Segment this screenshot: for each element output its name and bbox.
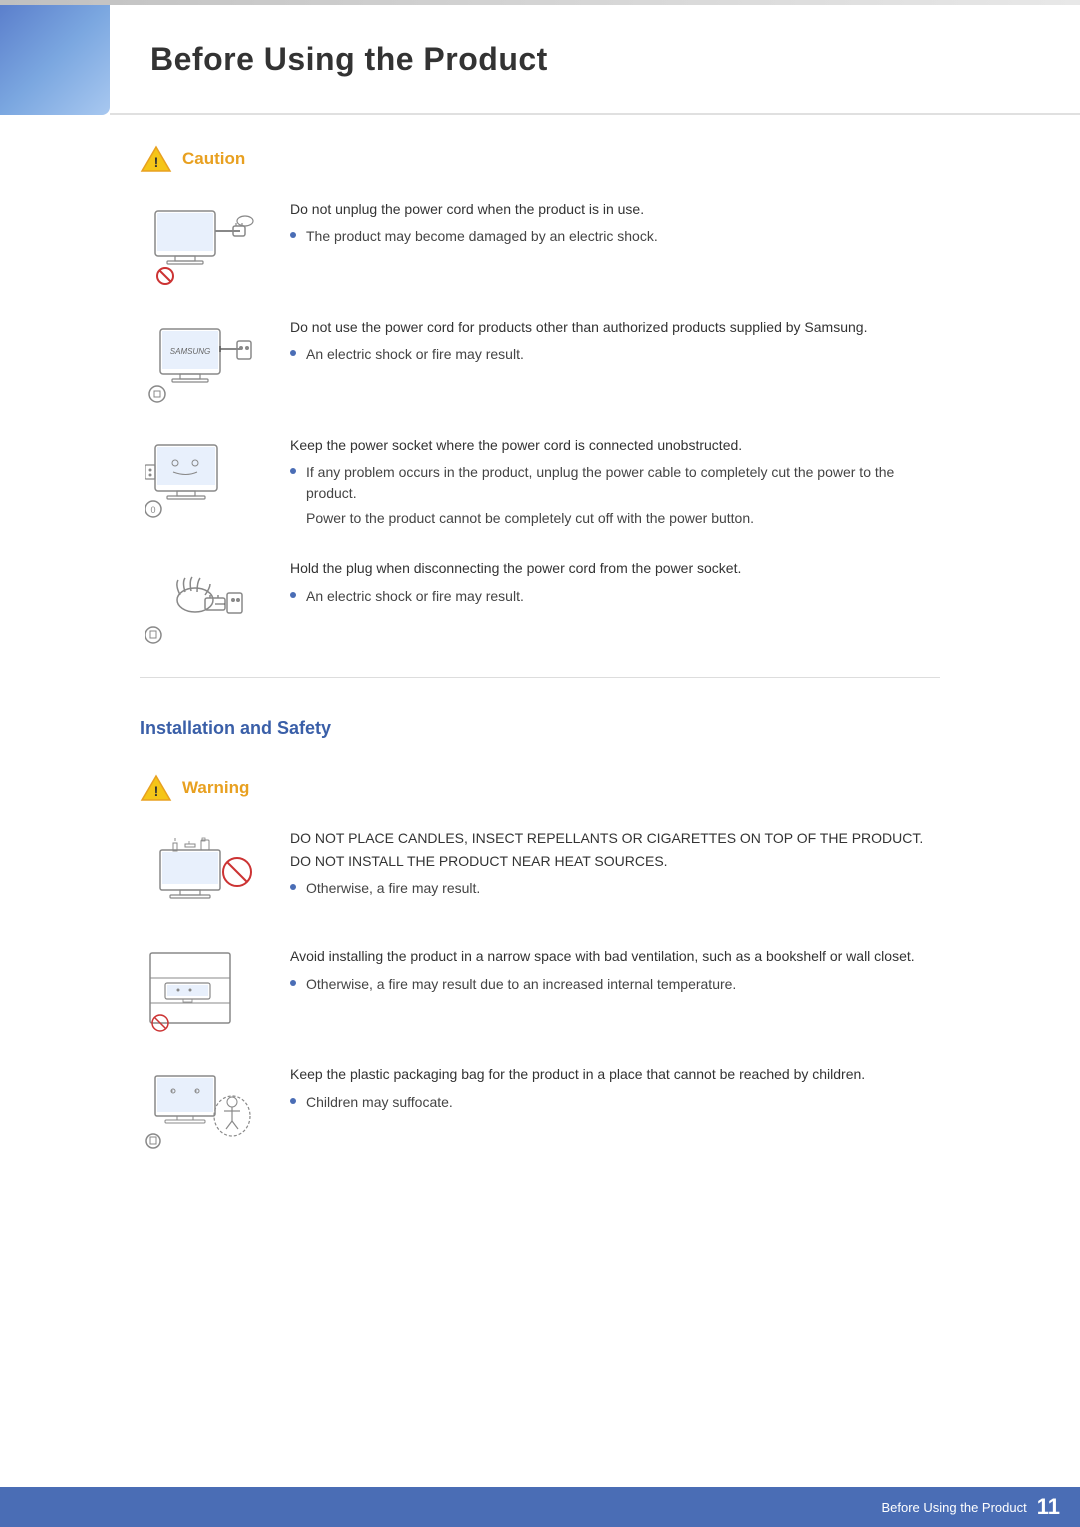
- install-block-2-bullet-text-1: Otherwise, a fire may result due to an i…: [306, 974, 736, 995]
- caution-block-2: SAMSUNG Do not use the power cord for pr…: [140, 316, 940, 406]
- header-container: Before Using the Product: [0, 5, 1080, 115]
- caution-block-1-text: Do not unplug the power cord when the pr…: [290, 198, 940, 251]
- install-block-2-bullet-1: Otherwise, a fire may result due to an i…: [290, 974, 940, 995]
- main-content: ! Caution D: [0, 145, 1080, 1221]
- bullet-dot: [290, 350, 296, 356]
- warning-label: Warning: [182, 778, 249, 798]
- install-image-3: [140, 1063, 260, 1153]
- caution-block-2-bullet-text-1: An electric shock or fire may result.: [306, 344, 524, 365]
- caution-label: Caution: [182, 149, 245, 169]
- svg-text:0: 0: [150, 505, 155, 515]
- install-block-1-text: DO NOT PLACE CANDLES, INSECT REPELLANTS …: [290, 827, 940, 903]
- caution-block-2-main: Do not use the power cord for products o…: [290, 316, 940, 338]
- svg-text:SAMSUNG: SAMSUNG: [170, 347, 210, 356]
- page-number: 11: [1037, 1494, 1060, 1520]
- install-block-3-main: Keep the plastic packaging bag for the p…: [290, 1063, 940, 1085]
- section-divider: [140, 677, 940, 678]
- caution-block-3: 0 Keep the power socket where the power …: [140, 434, 940, 529]
- bullet-dot: [290, 1098, 296, 1104]
- caution-block-4-text: Hold the plug when disconnecting the pow…: [290, 557, 940, 610]
- svg-text:!: !: [154, 154, 159, 170]
- blue-accent-decoration: [0, 5, 110, 115]
- caution-block-1-bullet-text-1: The product may become damaged by an ele…: [306, 226, 658, 247]
- warning-section-heading: ! Warning: [140, 774, 940, 802]
- caution-block-2-text: Do not use the power cord for products o…: [290, 316, 940, 369]
- warning-icon: !: [140, 774, 172, 802]
- install-block-1-bullet-1: Otherwise, a fire may result.: [290, 878, 940, 899]
- install-block-3-text: Keep the plastic packaging bag for the p…: [290, 1063, 940, 1116]
- caution-block-3-text: Keep the power socket where the power co…: [290, 434, 940, 529]
- caution-image-3: 0: [140, 434, 260, 524]
- caution-block-4-main: Hold the plug when disconnecting the pow…: [290, 557, 940, 579]
- footer: Before Using the Product 11: [0, 1487, 1080, 1527]
- caution-icon: !: [140, 145, 172, 173]
- caution-block-4: Hold the plug when disconnecting the pow…: [140, 557, 940, 647]
- bullet-dot: [290, 232, 296, 238]
- install-block-1: DO NOT PLACE CANDLES, INSECT REPELLANTS …: [140, 827, 940, 917]
- installation-section-title: Installation and Safety: [140, 718, 940, 744]
- caution-block-2-bullet-1: An electric shock or fire may result.: [290, 344, 940, 365]
- install-image-1: [140, 827, 260, 917]
- caution-block-1: Do not unplug the power cord when the pr…: [140, 198, 940, 288]
- bullet-dot: [290, 592, 296, 598]
- caution-block-3-bullet-1: If any problem occurs in the product, un…: [290, 462, 940, 504]
- caution-block-4-bullet-1: An electric shock or fire may result.: [290, 586, 940, 607]
- caution-block-4-bullet-text-1: An electric shock or fire may result.: [306, 586, 524, 607]
- bullet-dot: [290, 980, 296, 986]
- install-block-3-bullet-text-1: Children may suffocate.: [306, 1092, 453, 1113]
- bullet-dot: [290, 884, 296, 890]
- bullet-dot: [290, 468, 296, 474]
- caution-image-2: SAMSUNG: [140, 316, 260, 406]
- caution-image-4: [140, 557, 260, 647]
- caution-section-heading: ! Caution: [140, 145, 940, 173]
- install-block-2: Avoid installing the product in a narrow…: [140, 945, 940, 1035]
- footer-label: Before Using the Product: [881, 1500, 1026, 1515]
- caution-block-1-bullet-1: The product may become damaged by an ele…: [290, 226, 940, 247]
- caution-block-3-subtext: Power to the product cannot be completel…: [306, 508, 940, 529]
- svg-text:!: !: [154, 783, 159, 799]
- install-block-1-bullet-text-1: Otherwise, a fire may result.: [306, 878, 480, 899]
- page-title: Before Using the Product: [150, 41, 548, 78]
- install-block-2-text: Avoid installing the product in a narrow…: [290, 945, 940, 998]
- caution-block-3-main: Keep the power socket where the power co…: [290, 434, 940, 456]
- install-block-3: Keep the plastic packaging bag for the p…: [140, 1063, 940, 1153]
- header-title-area: Before Using the Product: [110, 5, 1080, 115]
- install-block-2-main: Avoid installing the product in a narrow…: [290, 945, 940, 967]
- install-block-1-main: DO NOT PLACE CANDLES, INSECT REPELLANTS …: [290, 827, 940, 872]
- install-image-2: [140, 945, 260, 1035]
- caution-image-1: [140, 198, 260, 288]
- caution-block-3-bullet-text-1: If any problem occurs in the product, un…: [306, 462, 940, 504]
- install-block-3-bullet-1: Children may suffocate.: [290, 1092, 940, 1113]
- caution-block-1-main: Do not unplug the power cord when the pr…: [290, 198, 940, 220]
